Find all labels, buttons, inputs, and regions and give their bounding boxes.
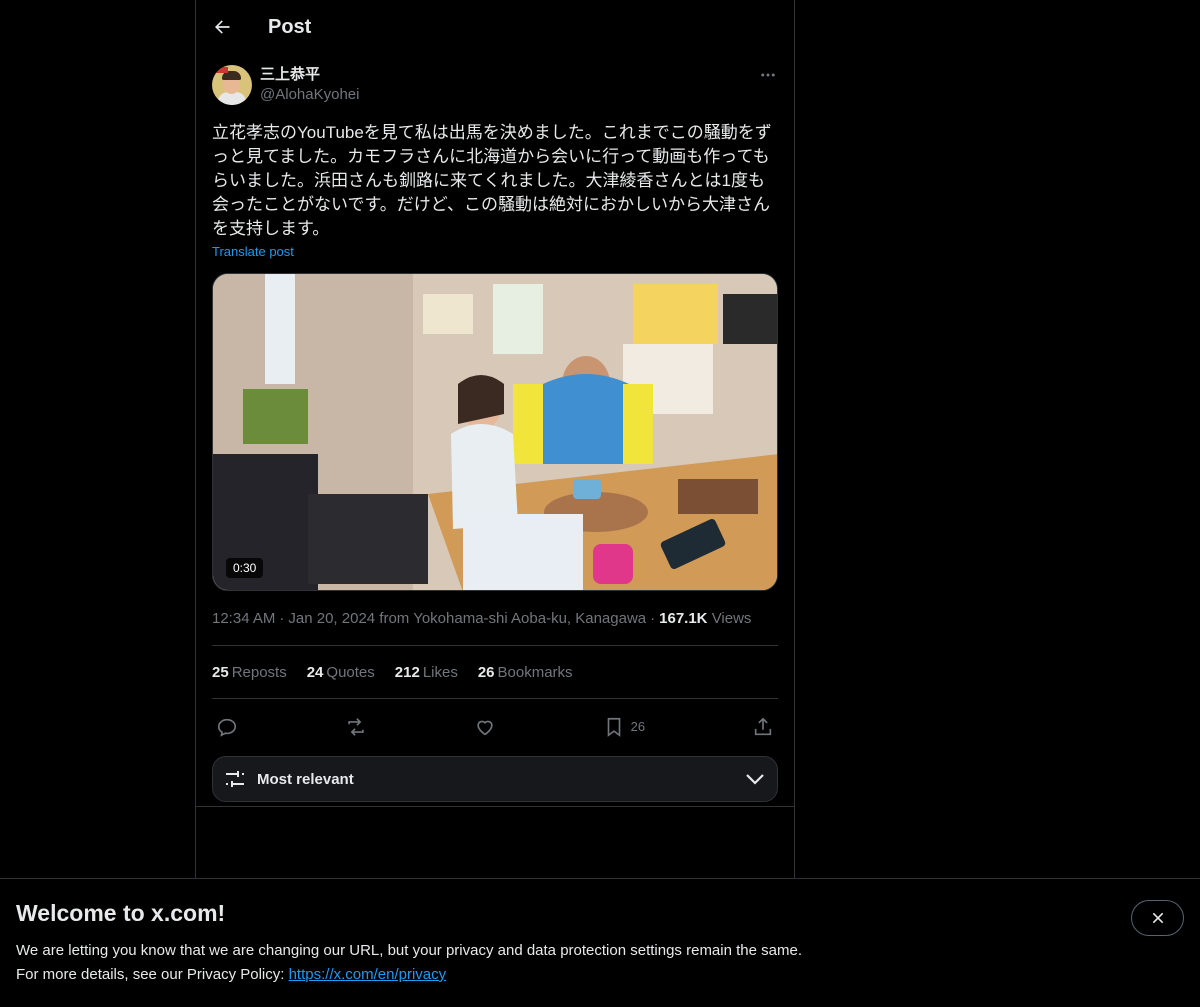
reposts-stat[interactable]: 25 Reposts: [212, 664, 287, 681]
main-column: Post 三上恭平 @AlohaKyohei 立花孝志のYouTubeを見て私は…: [195, 0, 795, 1007]
action-bar: 26: [212, 699, 778, 754]
quotes-stat[interactable]: 24 Quotes: [307, 664, 375, 681]
share-icon: [754, 717, 772, 735]
chevron-down-icon: [746, 774, 764, 785]
divider: [196, 806, 794, 807]
bookmark-count: 26: [630, 719, 646, 734]
video-duration: 0:30: [226, 558, 264, 578]
reply-button[interactable]: [216, 716, 238, 738]
likes-stat[interactable]: 212 Likes: [395, 664, 458, 681]
engagement-stats: 25 Reposts 24 Quotes 212 Likes 26 Bookmarks: [212, 646, 778, 699]
banner-text: We are letting you know that we are chan…: [16, 939, 1184, 987]
back-button[interactable]: [212, 17, 232, 37]
repost-icon: [348, 717, 364, 736]
page-title: Post: [268, 15, 312, 38]
author-name[interactable]: 三上恭平: [260, 65, 359, 85]
banner-title: Welcome to x.com!: [16, 900, 226, 926]
banner-line2: For more details, see our Privacy Policy…: [16, 966, 447, 983]
share-button[interactable]: [752, 716, 774, 738]
welcome-banner: Welcome to x.com! We are letting you kno…: [0, 878, 1200, 1007]
bookmark-button[interactable]: 26: [603, 716, 645, 738]
like-button[interactable]: [474, 716, 496, 738]
close-icon: [1152, 912, 1163, 924]
post-date-location[interactable]: Jan 20, 2024 from Yokohama-shi Aoba-ku, …: [288, 610, 646, 627]
banner-line1: We are letting you know that we are chan…: [16, 942, 802, 959]
sliders-icon: [226, 771, 244, 787]
arrow-left-icon: [215, 20, 230, 34]
avatar[interactable]: [212, 65, 252, 105]
video-thumbnail: [213, 274, 777, 590]
heart-icon: [477, 720, 493, 735]
author-handle[interactable]: @AlohaKyohei: [260, 85, 359, 105]
post-time[interactable]: 12:34 AM: [212, 610, 275, 627]
post: 三上恭平 @AlohaKyohei 立花孝志のYouTubeを見て私は出馬を決め…: [196, 65, 794, 802]
bookmark-icon: [607, 717, 620, 737]
post-meta: 12:34 AM · Jan 20, 2024 from Yokohama-shi …: [212, 609, 778, 646]
header: Post: [196, 0, 794, 54]
views-label: Views: [711, 610, 752, 627]
close-banner-button[interactable]: [1131, 900, 1184, 936]
video-player[interactable]: 0:30: [212, 273, 778, 591]
more-icon: [761, 73, 775, 77]
author-row: 三上恭平 @AlohaKyohei: [212, 65, 778, 105]
privacy-link[interactable]: https://x.com/en/privacy: [289, 966, 447, 983]
more-button[interactable]: [758, 65, 778, 85]
reply-sort-dropdown[interactable]: Most relevant: [212, 756, 778, 802]
translate-link[interactable]: Translate post: [212, 243, 778, 261]
sort-label: Most relevant: [257, 770, 354, 788]
views-count: 167.1K: [659, 610, 708, 627]
repost-button[interactable]: [345, 716, 367, 738]
post-text: 立花孝志のYouTubeを見て私は出馬を決めました。これまでこの騒動をずっと見て…: [212, 123, 772, 238]
bookmarks-stat[interactable]: 26 Bookmarks: [478, 664, 573, 681]
reply-icon: [217, 718, 237, 737]
author-info: 三上恭平 @AlohaKyohei: [260, 65, 359, 105]
